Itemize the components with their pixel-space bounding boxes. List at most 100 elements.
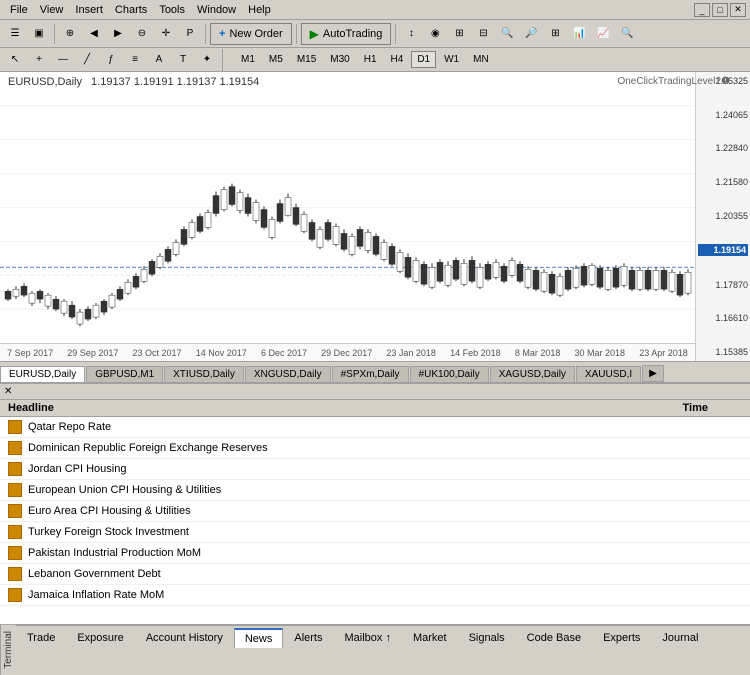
autotrading-button[interactable]: ▶ AutoTrading: [301, 23, 392, 45]
tool-arrow[interactable]: ✦: [196, 49, 218, 71]
bottom-tabs-bar: Trade Exposure Account History News Aler…: [16, 625, 750, 649]
toolbar-btn-b[interactable]: ◉: [424, 23, 446, 45]
toolbar-zoom-out2[interactable]: 🔎: [520, 23, 542, 45]
news-icon-6: [8, 546, 22, 560]
tf-m1[interactable]: M1: [235, 51, 261, 68]
chart-tab-xauusd[interactable]: XAUUSD,I: [576, 366, 641, 382]
toolbar-chart-type[interactable]: 📊: [568, 23, 590, 45]
time-sep2017-2: 29 Sep 2017: [67, 348, 118, 358]
news-item-5[interactable]: Turkey Foreign Stock Investment: [0, 522, 750, 543]
separator-1: [54, 24, 55, 44]
terminal-panel: ✕ Headline Time Qatar Repo Rate Dominica…: [0, 384, 750, 624]
news-list[interactable]: Qatar Repo Rate Dominican Republic Forei…: [0, 417, 750, 624]
price-1.16610: 1.16610: [698, 313, 748, 323]
news-text-5: Turkey Foreign Stock Investment: [28, 526, 742, 538]
menu-insert[interactable]: Insert: [69, 2, 109, 18]
news-item-4[interactable]: Euro Area CPI Housing & Utilities: [0, 501, 750, 522]
tab-exposure[interactable]: Exposure: [66, 627, 134, 648]
chart-tab-gbpusd[interactable]: GBPUSD,M1: [86, 366, 163, 382]
menu-view[interactable]: View: [34, 2, 70, 18]
menu-window[interactable]: Window: [191, 2, 242, 18]
toolbar-zoom-out[interactable]: ⊖: [131, 23, 153, 45]
menu-bar: File View Insert Charts Tools Window Hel…: [0, 0, 750, 20]
tab-journal[interactable]: Journal: [651, 627, 709, 648]
minimize-button[interactable]: _: [694, 3, 710, 17]
chart-tab-eurusd[interactable]: EURUSD,Daily: [0, 366, 85, 384]
tf-m15[interactable]: M15: [291, 51, 322, 68]
toolbar-search[interactable]: 🔍: [616, 23, 638, 45]
chart-tab-xtiusd[interactable]: XTIUSD,Daily: [164, 366, 244, 382]
tab-signals[interactable]: Signals: [458, 627, 516, 648]
tf-d1[interactable]: D1: [411, 51, 436, 68]
chart-tab-xngusd[interactable]: XNGUSD,Daily: [245, 366, 331, 382]
chart-tab-uk100[interactable]: #UK100,Daily: [410, 366, 489, 382]
chart-tab-spxm[interactable]: #SPXm,Daily: [332, 366, 409, 382]
news-icon-3: [8, 483, 22, 497]
toolbar-btn-c[interactable]: ⊞: [448, 23, 470, 45]
news-icon-1: [8, 441, 22, 455]
tool-text[interactable]: A: [148, 49, 170, 71]
time-dec2017-2: 29 Dec 2017: [321, 348, 372, 358]
chart-tab-xagusd[interactable]: XAGUSD,Daily: [490, 366, 575, 382]
toolbar-btn-a[interactable]: ↕: [400, 23, 422, 45]
time-mar2018: 8 Mar 2018: [515, 348, 561, 358]
chart-tabs-arrow[interactable]: ▶: [642, 365, 664, 382]
price-1.17870: 1.17870: [698, 280, 748, 290]
menu-file[interactable]: File: [4, 2, 34, 18]
tool-crosshair[interactable]: +: [28, 49, 50, 71]
terminal-news-header: ✕: [0, 384, 750, 400]
news-item-6[interactable]: Pakistan Industrial Production MoM: [0, 543, 750, 564]
tf-w1[interactable]: W1: [438, 51, 465, 68]
menu-help[interactable]: Help: [242, 2, 277, 18]
toolbar-back[interactable]: ◀: [83, 23, 105, 45]
chart-area[interactable]: EURUSD,Daily 1.19137 1.19191 1.19137 1.1…: [0, 72, 750, 362]
news-icon-8: [8, 588, 22, 602]
current-price-label: 1.19154: [698, 244, 748, 256]
close-button[interactable]: ✕: [730, 3, 746, 17]
tab-mailbox[interactable]: Mailbox ↑: [333, 627, 401, 648]
tab-news[interactable]: News: [234, 628, 284, 648]
tab-codebase[interactable]: Code Base: [516, 627, 592, 648]
toolbar-btn-d[interactable]: ⊟: [472, 23, 494, 45]
tool-diagonal[interactable]: ╱: [76, 49, 98, 71]
news-item-3[interactable]: European Union CPI Housing & Utilities: [0, 480, 750, 501]
news-headline-col-header: Headline: [8, 402, 648, 414]
tool-cursor[interactable]: ↖: [4, 49, 26, 71]
news-item-1[interactable]: Dominican Republic Foreign Exchange Rese…: [0, 438, 750, 459]
news-text-0: Qatar Repo Rate: [28, 421, 742, 433]
tool-label[interactable]: T: [172, 49, 194, 71]
new-order-button[interactable]: + New Order: [210, 23, 292, 45]
tab-account-history[interactable]: Account History: [135, 627, 234, 648]
terminal-label[interactable]: Terminal: [0, 625, 16, 675]
price-1.24065: 1.24065: [698, 110, 748, 120]
tool-hline[interactable]: ≡: [124, 49, 146, 71]
toolbar-new-chart[interactable]: ▣: [28, 23, 50, 45]
tf-mn[interactable]: MN: [467, 51, 495, 68]
menu-charts[interactable]: Charts: [109, 2, 153, 18]
toolbar-zoom-magnify[interactable]: 🔍: [496, 23, 518, 45]
restore-button[interactable]: □: [712, 3, 728, 17]
menu-tools[interactable]: Tools: [153, 2, 191, 18]
tab-experts[interactable]: Experts: [592, 627, 651, 648]
toolbar-crosshair[interactable]: ✛: [155, 23, 177, 45]
toolbar-menu-btn[interactable]: ☰: [4, 23, 26, 45]
news-item-7[interactable]: Lebanon Government Debt: [0, 564, 750, 585]
news-item-8[interactable]: Jamaica Inflation Rate MoM: [0, 585, 750, 606]
tool-line[interactable]: —: [52, 49, 74, 71]
terminal-close-button[interactable]: ✕: [0, 384, 16, 399]
toolbar-zoom-in[interactable]: ⊕: [59, 23, 81, 45]
tab-market[interactable]: Market: [402, 627, 458, 648]
tf-m5[interactable]: M5: [263, 51, 289, 68]
tool-multiline[interactable]: ƒ: [100, 49, 122, 71]
toolbar-period[interactable]: P: [179, 23, 201, 45]
news-item-2[interactable]: Jordan CPI Housing: [0, 459, 750, 480]
tab-trade[interactable]: Trade: [16, 627, 66, 648]
toolbar-grid[interactable]: ⊞: [544, 23, 566, 45]
toolbar-forward[interactable]: ▶: [107, 23, 129, 45]
tf-m30[interactable]: M30: [324, 51, 355, 68]
tab-alerts[interactable]: Alerts: [283, 627, 333, 648]
tf-h1[interactable]: H1: [358, 51, 383, 68]
toolbar-chart-type2[interactable]: 📈: [592, 23, 614, 45]
tf-h4[interactable]: H4: [385, 51, 410, 68]
news-item-0[interactable]: Qatar Repo Rate: [0, 417, 750, 438]
